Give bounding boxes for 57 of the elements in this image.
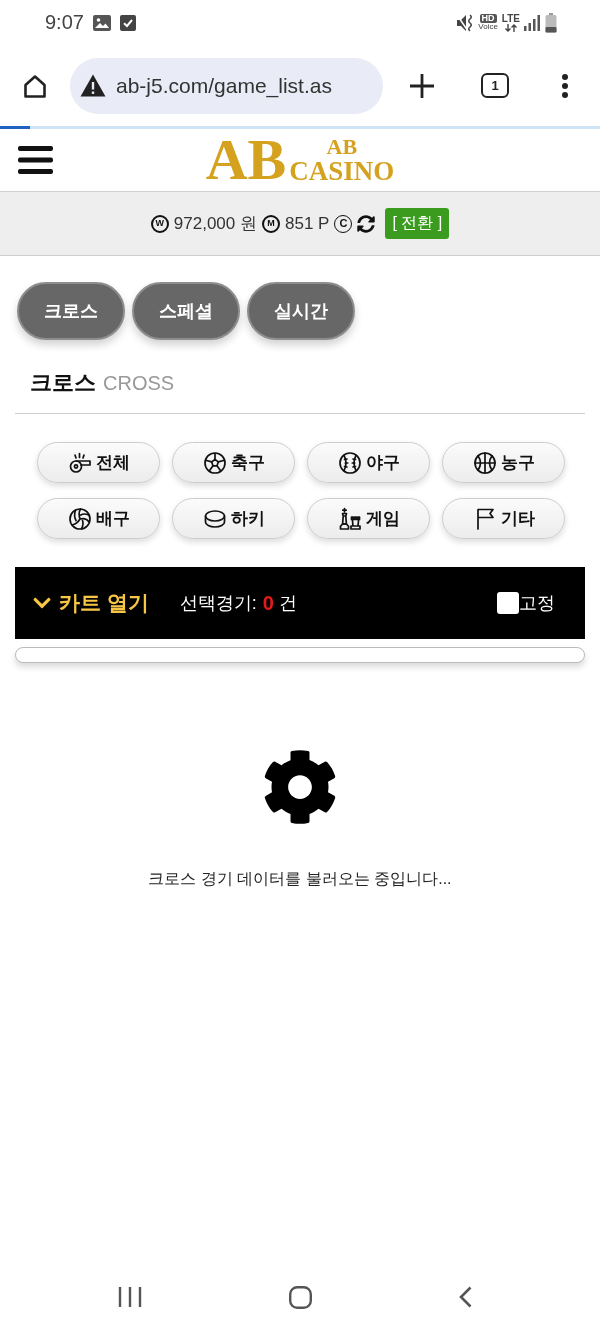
signal-icon — [524, 14, 541, 31]
sport-filter-button[interactable]: 야구 — [307, 442, 430, 483]
selected-count: 0 — [262, 591, 274, 615]
logo-text: AB — [326, 135, 358, 158]
tab-count-button[interactable]: 1 — [481, 73, 509, 98]
soccer-ball-icon — [202, 450, 227, 475]
home-icon[interactable] — [22, 72, 48, 99]
data-arrows-icon — [504, 23, 517, 32]
logo-mark: AB — [205, 131, 287, 189]
refresh-icon[interactable] — [357, 214, 376, 233]
pin-label: 고정 — [519, 592, 555, 615]
cart-toggle[interactable]: 카트 열기 — [32, 589, 149, 617]
voice-label: Voice — [478, 23, 498, 31]
volleyball-icon — [67, 506, 92, 531]
sport-filter-button[interactable]: 전체 — [37, 442, 160, 483]
sport-filter-button[interactable]: 축구 — [172, 442, 295, 483]
mileage-symbol: M — [262, 214, 280, 233]
section-subtitle: CROSS — [103, 372, 175, 395]
battery-icon — [545, 12, 557, 33]
whistle-icon — [67, 450, 92, 475]
mileage-amount: 851 P — [285, 213, 330, 234]
mute-icon — [456, 12, 475, 33]
selected-count-label: 선택경기: — [179, 592, 257, 615]
basketball-icon — [472, 450, 497, 475]
more-menu-icon[interactable] — [561, 73, 568, 98]
warning-icon[interactable] — [80, 74, 106, 97]
category-tab[interactable]: 크로스 — [17, 282, 125, 340]
cash-amount: 972,000 원 — [173, 213, 257, 235]
selected-count-unit: 건 — [279, 592, 297, 615]
plus-icon[interactable] — [410, 73, 434, 98]
checked-box-icon — [119, 14, 136, 31]
section-title: 크로스 — [30, 369, 96, 397]
switch-button[interactable]: [ 전환 ] — [385, 208, 450, 239]
pin-checkbox[interactable] — [497, 592, 519, 614]
image-icon — [92, 14, 111, 31]
settings-icon — [262, 749, 338, 825]
chess-pieces-icon — [337, 506, 362, 531]
recent-apps-icon[interactable] — [118, 1287, 142, 1307]
url-text: ab-j5.com/game_list.as — [116, 73, 332, 98]
sport-filter-button[interactable]: 게임 — [307, 498, 430, 539]
category-tab[interactable]: 스페셜 — [132, 282, 240, 340]
hd-badge: HD — [479, 14, 497, 23]
network-label: LTE — [501, 13, 520, 24]
back-icon[interactable] — [459, 1286, 472, 1308]
address-bar[interactable]: ab-j5.com/game_list.as — [70, 57, 383, 114]
cash-symbol: W — [150, 214, 169, 233]
home-icon[interactable] — [289, 1285, 312, 1309]
sport-filter-button[interactable]: 하키 — [172, 498, 295, 539]
sport-filter-button[interactable]: 배구 — [37, 498, 160, 539]
category-tab[interactable]: 실시간 — [247, 282, 355, 340]
baseball-icon — [337, 450, 362, 475]
logo-text: CASINO — [289, 157, 395, 185]
menu-icon[interactable] — [18, 146, 53, 174]
status-time: 9:07 — [45, 11, 84, 34]
sport-filter-button[interactable]: 농구 — [442, 442, 565, 483]
sport-filter-button[interactable]: 기타 — [442, 498, 565, 539]
loading-message: 크로스 경기 데이터를 불러오는 중입니다... — [148, 869, 452, 889]
